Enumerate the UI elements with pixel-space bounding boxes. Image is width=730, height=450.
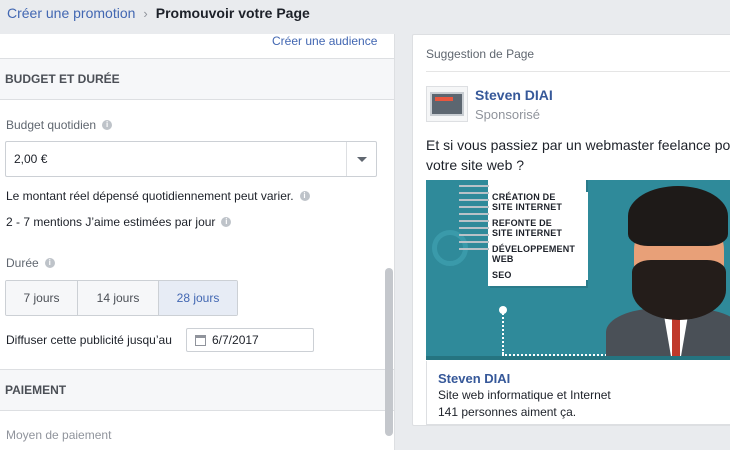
dotted-line	[502, 310, 504, 354]
info-icon[interactable]: i	[102, 120, 113, 130]
duration-label-row: Durée i	[6, 256, 55, 270]
budget-section-header: BUDGET ET DURÉE	[0, 58, 394, 100]
preview-divider	[426, 71, 730, 72]
ad-line: REFONTE DE	[492, 218, 553, 228]
end-date-input[interactable]: 6/7/2017	[186, 328, 314, 352]
daily-budget-label-row: Budget quotidien i	[6, 118, 113, 132]
ad-line: SEO	[492, 270, 512, 280]
chevron-down-icon[interactable]	[346, 142, 376, 176]
page-name[interactable]: Steven DIAI	[475, 87, 553, 103]
end-date-value: 6/7/2017	[212, 333, 259, 347]
duration-options: 7 jours 14 jours 28 jours	[5, 280, 238, 316]
spend-note: Le montant réel dépensé quotidiennement …	[6, 189, 294, 203]
duration-14-days-button[interactable]: 14 jours	[78, 281, 159, 315]
ad-image[interactable]: CRÉATION DE SITE INTERNET REFONTE DE SIT…	[426, 180, 730, 360]
ad-preview-card: Suggestion de Page Steven DIAI Sponsoris…	[412, 34, 730, 426]
ad-line: DÉVELOPPEMENT	[492, 244, 576, 254]
payment-section-header: PAIEMENT	[0, 369, 394, 411]
create-audience-link[interactable]: Créer une audience	[272, 34, 377, 48]
likes-estimate-row: 2 - 7 mentions J’aime estimées par jour …	[6, 215, 232, 229]
link-title[interactable]: Steven DIAI	[438, 371, 510, 386]
breadcrumb: Créer une promotion › Promouvoir votre P…	[0, 0, 730, 26]
breadcrumb-current-page: Promouvoir votre Page	[155, 5, 310, 21]
ad-line: SITE INTERNET	[492, 202, 563, 212]
post-text: Et si vous passiez par un webmaster feel…	[426, 137, 730, 173]
daily-budget-value: 2,00 €	[14, 152, 48, 166]
sponsored-label: Sponsorisé	[475, 107, 541, 122]
ad-line: WEB	[492, 254, 514, 264]
duration-7-days-button[interactable]: 7 jours	[6, 281, 78, 315]
duration-28-days-button[interactable]: 28 jours	[159, 281, 237, 315]
info-icon[interactable]: i	[221, 217, 232, 227]
info-icon[interactable]: i	[44, 258, 55, 268]
monitor-icon	[430, 92, 464, 116]
ad-line: SITE INTERNET	[492, 228, 563, 238]
ad-line: CRÉATION DE	[492, 192, 556, 202]
likes-estimate: 2 - 7 mentions J’aime estimées par jour	[6, 215, 216, 229]
ad-image-text: CRÉATION DE SITE INTERNET REFONTE DE SIT…	[492, 192, 588, 280]
page-avatar[interactable]	[426, 86, 468, 122]
breadcrumb-separator: ›	[143, 5, 148, 21]
scrollbar-thumb[interactable]	[385, 268, 393, 436]
budget-section-title: BUDGET ET DURÉE	[5, 72, 120, 86]
spend-note-row: Le montant réel dépensé quotidiennement …	[6, 189, 310, 203]
link-description: Site web informatique et Internet	[438, 388, 611, 402]
paper-lines-decoration	[459, 180, 489, 272]
info-icon[interactable]: i	[299, 191, 310, 201]
payment-section-title: PAIEMENT	[5, 383, 67, 397]
person-illustration	[606, 180, 730, 360]
breadcrumb-create-promotion[interactable]: Créer une promotion	[7, 5, 135, 21]
daily-budget-select[interactable]: 2,00 €	[5, 141, 377, 177]
daily-budget-label: Budget quotidien	[6, 118, 97, 132]
payment-method-label: Moyen de paiement	[6, 428, 112, 442]
end-date-label: Diffuser cette publicité jusqu’au	[6, 333, 172, 347]
calendar-icon	[195, 334, 206, 346]
link-likes-count: 141 personnes aiment ça.	[438, 405, 577, 419]
image-bottom-bar	[426, 356, 730, 360]
preview-header: Suggestion de Page	[426, 47, 535, 61]
duration-label: Durée	[6, 256, 39, 270]
promotion-settings-panel: Créer une audience BUDGET ET DURÉE Budge…	[0, 34, 395, 450]
